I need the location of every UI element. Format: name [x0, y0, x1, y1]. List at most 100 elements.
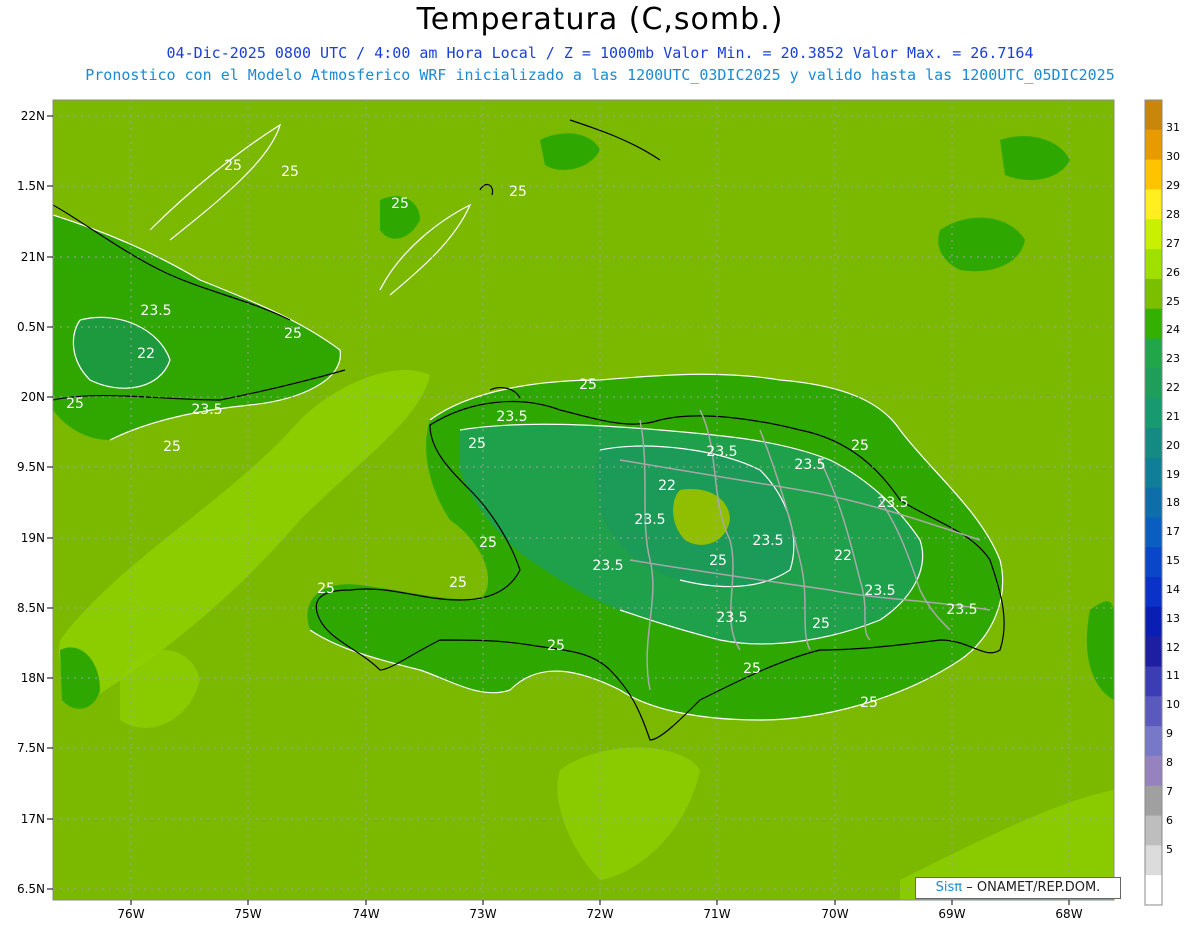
contour-label: 25 — [449, 575, 467, 591]
colorbar-tick: 30 — [1166, 150, 1180, 163]
colorbar-tick: 6 — [1166, 814, 1173, 827]
colorbar-tick: 17 — [1166, 525, 1180, 538]
colorbar-swatch — [1145, 129, 1162, 161]
lon-label: 70W — [821, 907, 848, 921]
lat-ticks — [47, 115, 53, 890]
contour-label: 23.5 — [946, 602, 977, 618]
colorbar-tick: 18 — [1166, 496, 1180, 509]
credit-brand: Sisπ — [935, 880, 963, 895]
lat-axis: 22N 1.5N 21N 0.5N 20N 9.5N 19N 8.5N 18N … — [17, 109, 45, 896]
colorbar-swatch — [1145, 517, 1162, 548]
colorbar-tick: 9 — [1166, 727, 1173, 740]
colorbar-tick: 5 — [1166, 843, 1173, 856]
colorbar-tick: 25 — [1166, 295, 1180, 308]
colorbar-tick: 19 — [1166, 468, 1180, 481]
contour-label: 25 — [812, 616, 830, 632]
colorbar-swatch — [1145, 189, 1162, 220]
contour-label: 25 — [509, 184, 527, 200]
colorbar-swatch — [1145, 398, 1162, 429]
colorbar-ticks: 31 30 29 28 27 26 25 24 23 22 21 20 19 1… — [1166, 121, 1180, 856]
colorbar-swatch — [1145, 845, 1162, 876]
colorbar-swatch — [1145, 249, 1162, 280]
colorbar-swatch — [1145, 875, 1162, 906]
colorbar-tick: 20 — [1166, 439, 1180, 452]
lat-label: 20N — [21, 390, 45, 404]
contour-label: 25 — [860, 695, 878, 711]
contour-label: 23.5 — [864, 583, 895, 599]
contour-label: 25 — [468, 436, 486, 452]
colorbar-tick: 11 — [1166, 669, 1180, 682]
contour-label: 25 — [547, 638, 565, 654]
contour-label: 25 — [479, 535, 497, 551]
lat-label: 17N — [21, 812, 45, 826]
lon-ticks — [130, 900, 1070, 905]
colorbar-swatch — [1145, 726, 1162, 757]
contour-label: 25 — [281, 164, 299, 180]
lon-label: 76W — [117, 907, 144, 921]
contour-label: 25 — [317, 581, 335, 597]
lon-label: 69W — [938, 907, 965, 921]
contour-label: 23.5 — [752, 533, 783, 549]
contour-label: 25 — [66, 396, 84, 412]
lat-label: 8.5N — [17, 601, 45, 615]
contour-label: 23.5 — [706, 444, 737, 460]
contour-label: 23.5 — [140, 303, 171, 319]
colorbar-tick: 12 — [1166, 641, 1180, 654]
colorbar-swatch — [1145, 338, 1162, 369]
colorbar-tick: 24 — [1166, 323, 1180, 336]
lat-label: 19N — [21, 531, 45, 545]
contour-label: 22 — [834, 548, 852, 564]
colorbar-tick: 8 — [1166, 756, 1173, 769]
lon-label: 68W — [1055, 907, 1082, 921]
map-field: 25 25 25 25 23.5 22 23.5 25 25 25 23.5 2… — [53, 100, 1114, 900]
contour-label: 25 — [391, 196, 409, 212]
colorbar-swatch — [1145, 785, 1162, 817]
colorbar-swatch — [1145, 308, 1162, 340]
credit-text: – ONAMET/REP.DOM. — [966, 880, 1101, 895]
lon-label: 75W — [234, 907, 261, 921]
colorbar-tick: 26 — [1166, 266, 1180, 279]
contour-label: 25 — [709, 553, 727, 569]
colorbar-tick: 22 — [1166, 381, 1180, 394]
colorbar-tick: 31 — [1166, 121, 1180, 134]
colorbar-swatch — [1145, 577, 1162, 608]
colorbar-swatch — [1145, 696, 1162, 727]
colorbar-tick: 7 — [1166, 785, 1173, 798]
contour-label: 22 — [137, 346, 155, 362]
colorbar-tick: 23 — [1166, 352, 1180, 365]
colorbar: 31 30 29 28 27 26 25 24 23 22 21 20 19 1… — [1144, 99, 1180, 906]
contour-label: 25 — [163, 439, 181, 455]
colorbar-tick: 13 — [1166, 612, 1180, 625]
colorbar-swatches — [1145, 100, 1162, 906]
lat-label: 0.5N — [17, 320, 45, 334]
temperature-map: 25 25 25 25 23.5 22 23.5 25 25 25 23.5 2… — [17, 99, 1180, 921]
lon-label: 74W — [352, 907, 379, 921]
colorbar-swatch — [1145, 427, 1162, 459]
colorbar-swatch — [1145, 547, 1162, 578]
colorbar-tick: 28 — [1166, 208, 1180, 221]
lon-axis: 76W 75W 74W 73W 72W 71W 70W 69W 68W — [117, 907, 1082, 921]
colorbar-tick: 27 — [1166, 237, 1180, 250]
lat-label: 22N — [21, 109, 45, 123]
colorbar-tick: 29 — [1166, 179, 1180, 192]
lon-label: 71W — [703, 907, 730, 921]
contour-label: 25 — [579, 377, 597, 393]
colorbar-swatch — [1145, 606, 1162, 638]
colorbar-tick: 15 — [1166, 554, 1180, 567]
lat-label: 21N — [21, 250, 45, 264]
contour-label: 25 — [224, 158, 242, 174]
contour-label: 23.5 — [634, 512, 665, 528]
contour-label: 23.5 — [877, 495, 908, 511]
colorbar-swatch — [1145, 368, 1162, 399]
contour-label: 23.5 — [592, 558, 623, 574]
lat-label: 9.5N — [17, 460, 45, 474]
colorbar-tick: 14 — [1166, 583, 1180, 596]
contour-label: 23.5 — [191, 402, 222, 418]
contour-label: 25 — [284, 326, 302, 342]
contour-label: 25 — [851, 438, 869, 454]
colorbar-swatch — [1145, 457, 1162, 489]
colorbar-swatch — [1145, 815, 1162, 846]
lat-label: 7.5N — [17, 741, 45, 755]
contour-label: 23.5 — [496, 409, 527, 425]
colorbar-swatch — [1145, 159, 1162, 190]
